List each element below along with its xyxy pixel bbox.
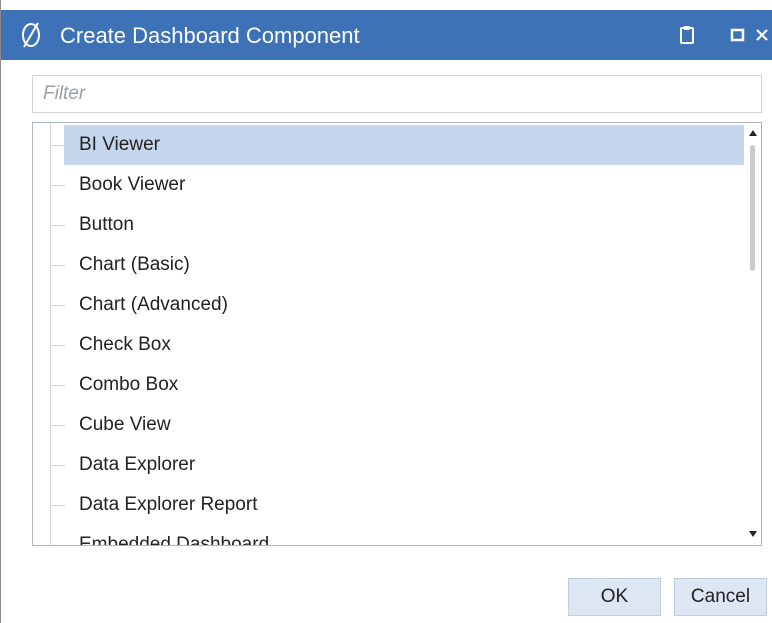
- list-item-label: Combo Box: [79, 374, 179, 395]
- list-item[interactable]: BI Viewer: [33, 125, 745, 165]
- list-item[interactable]: Cube View: [33, 405, 745, 445]
- list-item[interactable]: Book Viewer: [33, 165, 745, 205]
- scroll-up-icon[interactable]: [749, 130, 757, 136]
- list-item-label: Book Viewer: [79, 174, 186, 195]
- list-item-label: Button: [79, 214, 134, 235]
- maximize-icon[interactable]: [726, 23, 750, 47]
- list-item[interactable]: Chart (Advanced): [33, 285, 745, 325]
- list-item-label: Cube View: [79, 414, 171, 435]
- list-item[interactable]: Combo Box: [33, 365, 745, 405]
- filter-box: [32, 75, 762, 113]
- scroll-down-icon[interactable]: [749, 531, 757, 537]
- onestream-logo-icon: [22, 22, 40, 48]
- list-item[interactable]: Button: [33, 205, 745, 245]
- close-icon[interactable]: [751, 23, 772, 47]
- cancel-button[interactable]: Cancel: [674, 578, 767, 616]
- list-item[interactable]: Chart (Basic): [33, 245, 745, 285]
- list-item-label: BI Viewer: [79, 134, 160, 155]
- list-item-label: Data Explorer Report: [79, 494, 258, 515]
- list-item[interactable]: Check Box: [33, 325, 745, 365]
- list-item-label: Data Explorer: [79, 454, 196, 475]
- scroll-thumb[interactable]: [750, 145, 755, 271]
- list-item-label: Chart (Advanced): [79, 294, 228, 315]
- clipboard-icon[interactable]: [675, 23, 699, 47]
- selection-highlight: [64, 125, 744, 165]
- list-item-label: Embedded Dashboard: [79, 534, 270, 546]
- create-dashboard-component-dialog: Create Dashboard Component BI Viewer Boo…: [0, 0, 772, 623]
- ok-button[interactable]: OK: [568, 578, 661, 616]
- component-list[interactable]: BI Viewer Book Viewer Button Chart (Basi…: [32, 122, 762, 546]
- title-bar[interactable]: Create Dashboard Component: [1, 10, 772, 60]
- list-item[interactable]: Data Explorer: [33, 445, 745, 485]
- list-item[interactable]: Data Explorer Report: [33, 485, 745, 525]
- dialog-title: Create Dashboard Component: [60, 23, 360, 48]
- list-item-label: Check Box: [79, 334, 171, 355]
- filter-input[interactable]: [33, 76, 761, 112]
- vertical-scrollbar[interactable]: [745, 123, 761, 545]
- list-item[interactable]: Embedded Dashboard: [33, 525, 745, 546]
- list-item-label: Chart (Basic): [79, 254, 190, 275]
